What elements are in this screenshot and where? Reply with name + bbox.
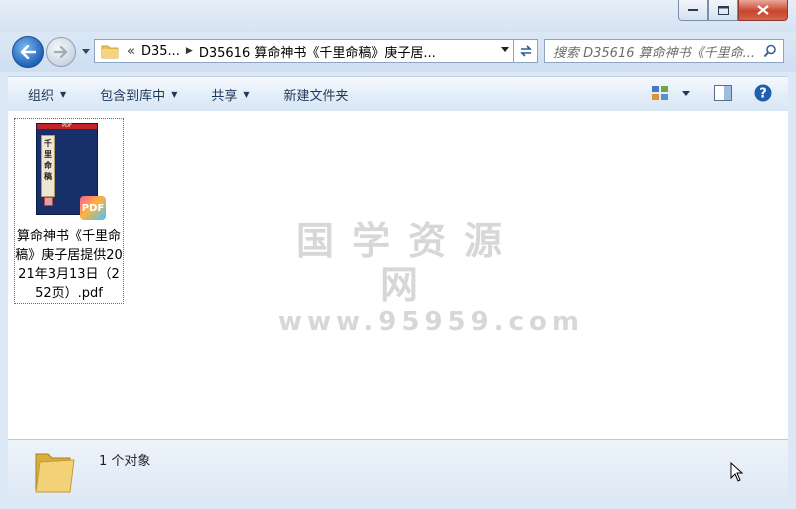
maximize-button[interactable]: [708, 0, 738, 21]
share-menu[interactable]: 共享 ▼: [211, 85, 249, 104]
organize-label: 组织: [28, 88, 55, 104]
change-view-button[interactable]: [652, 86, 690, 100]
help-icon: ?: [754, 84, 772, 102]
file-list-pane[interactable]: PDF 千里命稿 PDF 算命神书《千里命稿》庚子居提供2021年3月13日（2…: [8, 111, 788, 439]
watermark-url: www.95959.com: [278, 307, 584, 337]
preview-pane-icon: [714, 85, 732, 101]
navigation-bar: « D35... ▶ D35616 算命神书《千里命稿》庚子居... 搜索 D3…: [0, 32, 796, 72]
chevron-down-icon: [501, 47, 509, 52]
breadcrumb: « D35... ▶ D35616 算命神书《千里命稿》庚子居...: [119, 42, 436, 61]
watermark: 国学资源网 www.95959.com: [278, 219, 584, 337]
forward-arrow-icon: [54, 46, 68, 58]
chevron-down-icon: [682, 90, 690, 96]
thumb-top-label: PDF: [62, 123, 72, 129]
refresh-button[interactable]: [514, 39, 538, 63]
caret-down-icon: ▼: [60, 89, 67, 99]
organize-menu[interactable]: 组织 ▼: [28, 85, 66, 104]
pdf-badge-label: PDF: [81, 202, 105, 214]
caret-down-icon: ▼: [243, 89, 250, 99]
new-folder-button[interactable]: 新建文件夹: [284, 85, 349, 104]
include-library-label: 包含到库中: [100, 88, 166, 104]
pdf-badge-icon: PDF: [80, 196, 106, 220]
recent-pages-dropdown[interactable]: [80, 45, 92, 57]
window-controls: [678, 0, 788, 21]
back-arrow-icon: [20, 45, 36, 59]
help-button[interactable]: ?: [754, 84, 772, 102]
breadcrumb-item[interactable]: D35616 算命神书《千里命稿》庚子居...: [199, 42, 436, 61]
book-title-label: 千里命稿: [41, 135, 55, 197]
explorer-window: « D35... ▶ D35616 算命神书《千里命稿》庚子居... 搜索 D3…: [0, 0, 796, 509]
refresh-icon: [519, 45, 532, 57]
close-icon: [757, 5, 769, 15]
address-bar[interactable]: « D35... ▶ D35616 算命神书《千里命稿》庚子居...: [94, 39, 514, 63]
status-count: 1 个对象: [99, 454, 151, 469]
maximize-icon: [717, 5, 729, 15]
svg-text:?: ?: [759, 87, 767, 102]
file-item[interactable]: PDF 千里命稿 PDF 算命神书《千里命稿》庚子居提供2021年3月13日（2…: [14, 118, 124, 304]
mouse-cursor-icon: [730, 462, 744, 482]
caret-down-icon: ▼: [171, 89, 178, 99]
folder-icon: [101, 45, 119, 59]
include-in-library-menu[interactable]: 包含到库中 ▼: [100, 85, 177, 104]
address-history-dropdown[interactable]: [501, 45, 509, 55]
watermark-title: 国学资源网: [295, 219, 520, 307]
command-bar: 组织 ▼ 包含到库中 ▼ 共享 ▼ 新建文件夹 ?: [8, 76, 788, 112]
title-bar[interactable]: [0, 0, 796, 32]
breadcrumb-item[interactable]: D35...: [141, 44, 180, 59]
crumb-overflow-button[interactable]: «: [127, 44, 135, 59]
view-controls: ?: [638, 84, 772, 102]
back-button[interactable]: [12, 36, 44, 68]
details-pane: 1 个对象: [8, 439, 788, 504]
file-name[interactable]: 算命神书《千里命稿》庚子居提供2021年3月13日（252页）.pdf: [15, 227, 123, 303]
preview-pane-button[interactable]: [714, 85, 732, 101]
view-grid-icon: [652, 86, 668, 100]
thumb-top-strip: PDF: [37, 124, 97, 129]
forward-button[interactable]: [46, 37, 76, 67]
search-input[interactable]: 搜索 D35616 算命神书《千里命...: [553, 42, 758, 61]
new-folder-label: 新建文件夹: [283, 88, 349, 104]
search-icon[interactable]: [763, 44, 777, 58]
folder-icon: [35, 453, 75, 493]
close-button[interactable]: [738, 0, 788, 21]
chevron-down-icon: [82, 48, 90, 54]
chevron-right-icon[interactable]: ▶: [186, 46, 193, 56]
minimize-button[interactable]: [678, 0, 708, 21]
share-label: 共享: [211, 88, 238, 104]
seal-icon: [44, 197, 53, 206]
search-box[interactable]: 搜索 D35616 算命神书《千里命...: [544, 39, 784, 63]
minimize-icon: [688, 9, 698, 11]
